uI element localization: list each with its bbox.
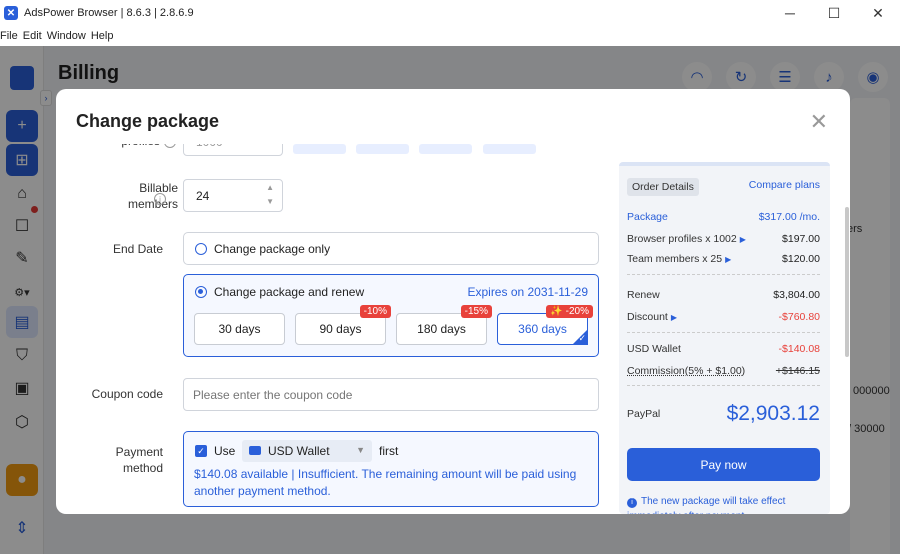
profiles-select[interactable]: 1000 <box>183 144 283 156</box>
duration-30-days[interactable]: 30 days <box>194 313 285 345</box>
menu-edit[interactable]: Edit <box>23 30 47 42</box>
discount-badge: -15% <box>460 305 492 318</box>
usd-wallet-row: USD Wallet -$140.08 <box>627 343 820 355</box>
package-row: Package $317.00 /mo. <box>627 211 820 223</box>
expand-triangle-icon: ▶ <box>725 255 732 264</box>
profiles-label: profilesi <box>96 144 176 148</box>
change-package-dialog: Change package ✕ profilesi 1000 Billable… <box>56 89 850 514</box>
paypal-row: PayPal $2,903.12 <box>627 402 820 425</box>
package-form: profilesi 1000 Billable members i 24 ▲ ▼… <box>56 144 611 514</box>
menu-help[interactable]: Help <box>91 30 119 42</box>
app-logo-icon: ✕ <box>4 6 18 20</box>
discount-badge: -10% <box>359 305 391 318</box>
profile-preset-chip[interactable] <box>356 144 409 154</box>
divider <box>627 332 820 333</box>
minimize-button[interactable]: ─ <box>768 0 812 26</box>
info-icon: i <box>154 193 166 205</box>
duration-180-days[interactable]: 180 days -15% <box>396 305 492 345</box>
team-members-row[interactable]: Team members x 25 ▶ $120.00 <box>627 253 820 265</box>
billable-members-stepper[interactable]: 24 ▲ ▼ <box>183 179 283 212</box>
compare-plans-link[interactable]: Compare plans <box>749 179 820 191</box>
discount-badge: ✨ -20% <box>546 305 593 318</box>
radio-button[interactable] <box>195 286 207 298</box>
renew-row: Renew $3,804.00 <box>627 289 820 301</box>
info-icon: i <box>164 144 176 148</box>
wallet-select[interactable]: USD Wallet ▼ <box>242 440 372 462</box>
first-label: first <box>379 444 399 458</box>
use-label: Use <box>214 444 236 458</box>
info-circle-icon: i <box>627 498 637 508</box>
stepper-up-icon[interactable]: ▲ <box>266 183 274 192</box>
option-label: Change package only <box>214 242 331 256</box>
change-package-renew-option[interactable]: Change package and renew Expires on 2031… <box>183 274 599 357</box>
window-title: AdsPower Browser | 8.6.3 | 2.8.6.9 <box>24 7 194 19</box>
close-window-button[interactable]: ✕ <box>856 0 900 26</box>
commission-row: Commission(5% + $1.00) +$146.15 <box>627 365 820 377</box>
menu-window[interactable]: Window <box>47 30 91 42</box>
use-wallet-checkbox[interactable]: ✓ <box>195 445 207 457</box>
radio-button[interactable] <box>195 243 207 255</box>
scrollbar[interactable] <box>845 207 849 357</box>
payment-method-label: Payment method <box>115 445 163 475</box>
coupon-code-label: Coupon code <box>91 387 163 401</box>
divider <box>627 274 820 275</box>
divider <box>627 385 820 386</box>
menu-bar: File Edit Window Help <box>0 26 900 46</box>
order-details-tab[interactable]: Order Details <box>627 178 699 196</box>
close-icon[interactable]: ✕ <box>810 109 828 135</box>
menu-file[interactable]: File <box>0 30 23 42</box>
coupon-code-input[interactable] <box>183 378 599 411</box>
chevron-down-icon: ▼ <box>356 445 365 455</box>
profile-preset-chip[interactable] <box>293 144 346 154</box>
expand-triangle-icon: ▶ <box>670 313 678 322</box>
option-label: Change package and renew <box>214 285 365 299</box>
profile-preset-chip[interactable] <box>483 144 536 154</box>
dialog-title: Change package <box>76 111 220 131</box>
effect-note: iThe new package will take effect immedi… <box>627 494 820 514</box>
expand-triangle-icon: ▶ <box>739 235 746 244</box>
total-amount: $2,903.12 <box>726 402 820 425</box>
duration-90-days[interactable]: 90 days -10% <box>295 305 391 345</box>
wallet-icon <box>249 446 261 455</box>
wallet-balance-note: $140.08 available | Insufficient. The re… <box>194 467 577 498</box>
title-bar: ✕ AdsPower Browser | 8.6.3 | 2.8.6.9 ─ ☐… <box>0 0 900 26</box>
pay-now-button[interactable]: Pay now <box>627 448 820 481</box>
browser-profiles-row[interactable]: Browser profiles x 1002 ▶ $197.00 <box>627 233 820 245</box>
stepper-down-icon[interactable]: ▼ <box>266 197 274 206</box>
window-controls: ─ ☐ ✕ <box>768 0 900 26</box>
discount-row[interactable]: Discount ▶ -$760.80 <box>627 311 820 323</box>
duration-360-days[interactable]: 360 days ✨ -20% ✓ <box>497 305 593 345</box>
profile-preset-chip[interactable] <box>419 144 472 154</box>
order-details-panel: Order Details Compare plans Package $317.… <box>619 162 830 514</box>
payment-method-box: ✓ Use USD Wallet ▼ first $140.08 availab… <box>183 431 599 507</box>
expires-date: Expires on 2031-11-29 <box>467 285 588 299</box>
maximize-button[interactable]: ☐ <box>812 0 856 26</box>
end-date-label: End Date <box>112 242 163 256</box>
checkmark-icon: ✓ <box>578 333 586 343</box>
change-package-only-option[interactable]: Change package only <box>183 232 599 265</box>
